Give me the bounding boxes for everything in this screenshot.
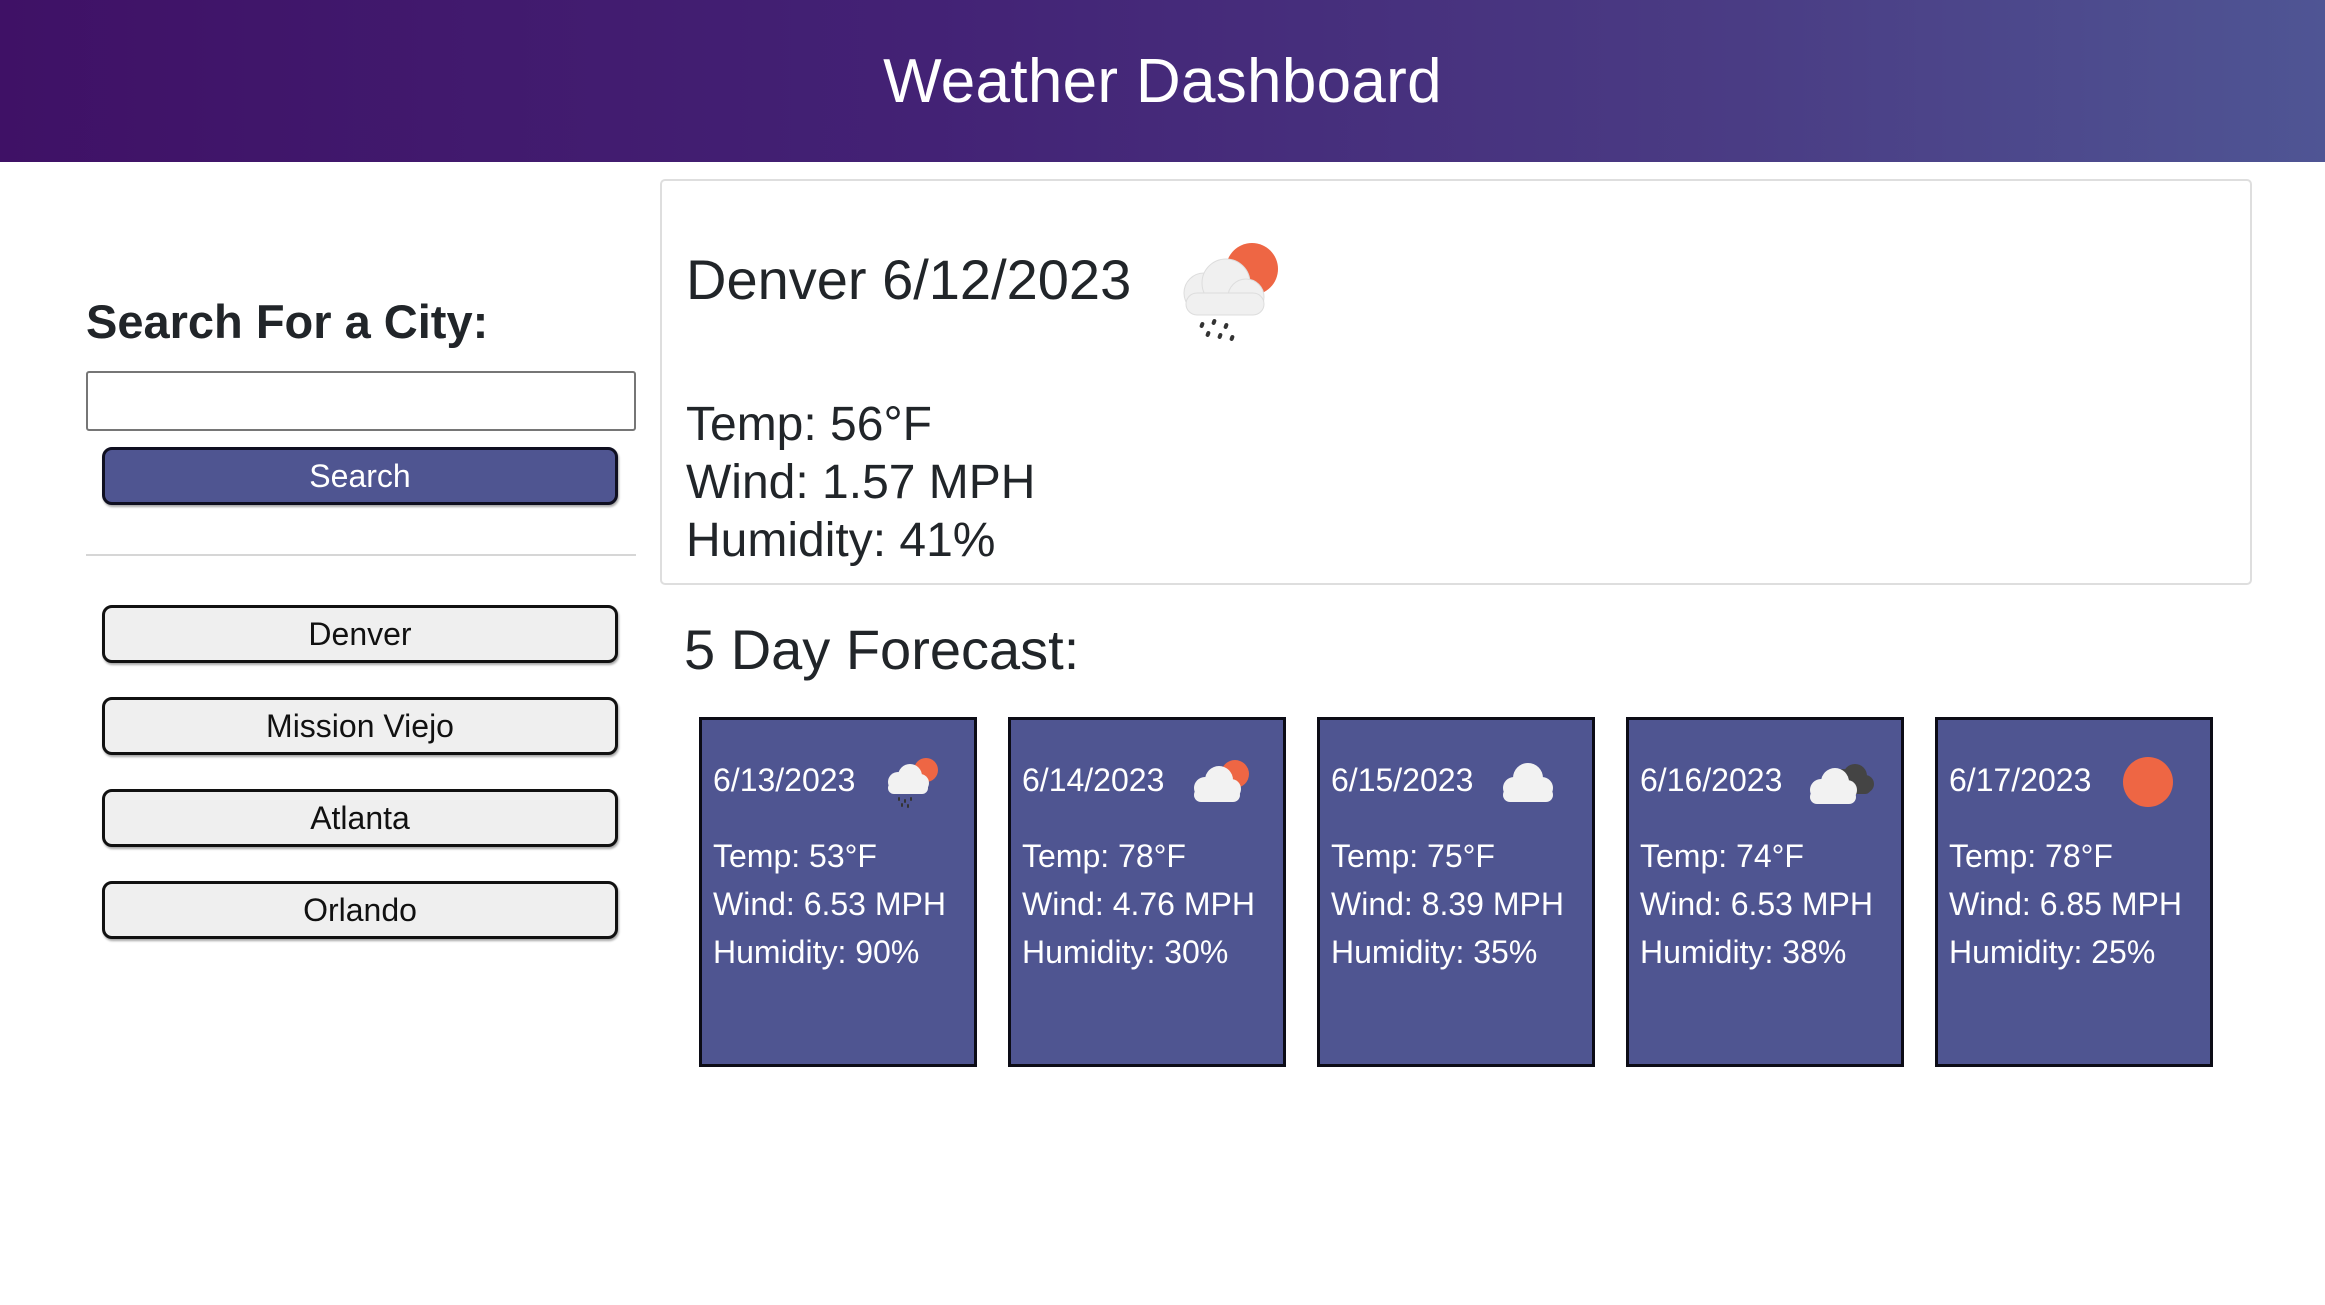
forecast-card: 6/17/2023 Temp: 78°F Wind: 6.85 MPH Humi… — [1935, 717, 2213, 1067]
forecast-wind: Wind: 4.76 MPH — [1022, 886, 1255, 922]
rain-cloud-sun-icon — [888, 758, 938, 808]
forecast-date: 6/13/2023 — [713, 762, 856, 798]
current-wind: Wind: 1.57 MPH — [686, 456, 1036, 509]
history-button-atlanta[interactable]: Atlanta — [102, 789, 618, 847]
forecast-date: 6/15/2023 — [1331, 762, 1474, 798]
history-button-denver[interactable]: Denver — [102, 605, 618, 663]
forecast-temp: Temp: 75°F — [1331, 838, 1495, 874]
forecast-wind: Wind: 6.53 MPH — [713, 886, 946, 922]
sun-icon — [2123, 757, 2173, 807]
search-heading: Search For a City: — [86, 295, 489, 348]
forecast-wind: Wind: 6.85 MPH — [1949, 886, 2182, 922]
cloud-icon — [1503, 763, 1553, 802]
forecast-date: 6/17/2023 — [1949, 762, 2092, 798]
forecast-humidity: Humidity: 90% — [713, 934, 920, 970]
cloud-sun-icon — [1194, 760, 1249, 802]
search-history-list: Denver Mission Viejo Atlanta Orlando — [102, 605, 618, 973]
forecast-cards: 6/13/2023 Temp: 53°F Wind: 6.53 MPH Humi… — [699, 717, 2213, 1067]
forecast-wind: Wind: 6.53 MPH — [1640, 886, 1873, 922]
forecast-temp: Temp: 78°F — [1949, 838, 2113, 874]
broken-clouds-icon — [1810, 764, 1874, 804]
forecast-card: 6/15/2023 Temp: 75°F Wind: 8.39 MPH Humi… — [1317, 717, 1595, 1067]
forecast-temp: Temp: 53°F — [713, 838, 877, 874]
history-button-orlando[interactable]: Orlando — [102, 881, 618, 939]
forecast-date: 6/16/2023 — [1640, 762, 1783, 798]
history-button-mission-viejo[interactable]: Mission Viejo — [102, 697, 618, 755]
forecast-temp: Temp: 74°F — [1640, 838, 1804, 874]
forecast-humidity: Humidity: 38% — [1640, 934, 1847, 970]
page-title: Weather Dashboard — [883, 46, 1442, 116]
forecast-humidity: Humidity: 30% — [1022, 934, 1229, 970]
forecast-date: 6/14/2023 — [1022, 762, 1165, 798]
forecast-card: 6/14/2023 Temp: 78°F Wind: 4.76 MPH Humi… — [1008, 717, 1286, 1067]
current-temp: Temp: 56°F — [686, 398, 932, 451]
rain-cloud-sun-icon — [1183, 243, 1278, 341]
search-button[interactable]: Search — [102, 447, 618, 505]
current-humidity: Humidity: 41% — [686, 514, 996, 567]
forecast-temp: Temp: 78°F — [1022, 838, 1186, 874]
forecast-card: 6/13/2023 Temp: 53°F Wind: 6.53 MPH Humi… — [699, 717, 977, 1067]
forecast-card: 6/16/2023 Temp: 74°F Wind: 6.53 MPH Humi… — [1626, 717, 1904, 1067]
forecast-humidity: Humidity: 25% — [1949, 934, 2156, 970]
current-city-date: Denver 6/12/2023 — [686, 248, 1132, 311]
current-weather-card: Denver 6/12/2023 Temp: 56°F Wind: 1.57 M… — [660, 179, 2252, 585]
city-search-input[interactable] — [86, 371, 636, 431]
sidebar-divider — [86, 554, 636, 556]
forecast-wind: Wind: 8.39 MPH — [1331, 886, 1564, 922]
forecast-humidity: Humidity: 35% — [1331, 934, 1538, 970]
forecast-heading: 5 Day Forecast: — [684, 618, 1080, 681]
app-header: Weather Dashboard — [0, 0, 2325, 162]
